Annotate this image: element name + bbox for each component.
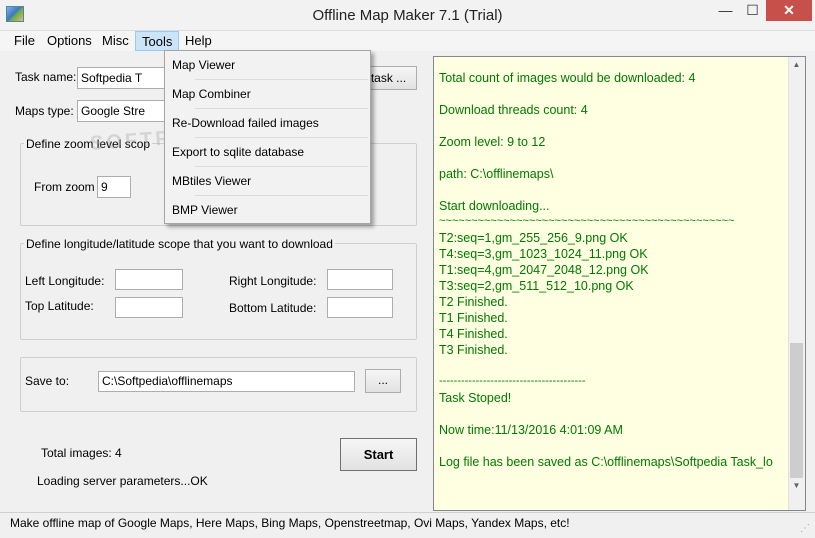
lonlat-group-title: Define longitude/latitude scope that you…	[24, 237, 335, 251]
right-longitude-label: Right Longitude:	[229, 274, 317, 288]
top-latitude-field[interactable]	[115, 297, 183, 318]
log-line: Log file has been saved as C:\offlinemap…	[439, 455, 773, 469]
log-line: T2 Finished.	[439, 295, 508, 309]
top-latitude-label: Top Latitude:	[25, 299, 94, 313]
log-line: Task Stoped!	[439, 391, 512, 405]
menu-item-bmp-viewer[interactable]: BMP Viewer	[167, 196, 368, 224]
log-line: T4:seq=3,gm_1023_1024_11.png OK	[439, 247, 648, 261]
log-line: T3:seq=2,gm_511_512_10.png OK	[439, 279, 634, 293]
menu-bar: File Options Misc Tools Help	[0, 31, 815, 51]
menu-item-map-combiner[interactable]: Map Combiner	[167, 80, 368, 108]
menu-options[interactable]: Options	[41, 31, 98, 51]
tools-dropdown: Map Viewer Map Combiner Re-Download fail…	[164, 50, 371, 224]
log-line: path: C:\offlinemaps\	[439, 167, 554, 181]
scroll-thumb[interactable]	[790, 343, 803, 478]
lonlat-group	[20, 243, 417, 340]
menu-item-mbtiles-viewer[interactable]: MBtiles Viewer	[167, 167, 368, 195]
resize-grip-icon[interactable]: ⋰	[800, 523, 812, 535]
left-longitude-field[interactable]	[115, 269, 183, 290]
log-line: ~~~~~~~~~~~~~~~~~~~~~~~~~~~~~~~~~~~~~~~~…	[439, 215, 735, 227]
log-line: T1 Finished.	[439, 311, 508, 325]
task-name-label: Task name:	[15, 70, 77, 84]
menu-file[interactable]: File	[8, 31, 41, 51]
log-line: Zoom level: 9 to 12	[439, 135, 546, 149]
loading-status-text: Loading server parameters...OK	[37, 474, 208, 488]
bottom-latitude-field[interactable]	[327, 297, 393, 318]
log-line: T4 Finished.	[439, 327, 508, 341]
right-longitude-field[interactable]	[327, 269, 393, 290]
log-line: Total count of images would be downloade…	[439, 71, 696, 85]
log-line: T2:seq=1,gm_255_256_9.png OK	[439, 231, 628, 245]
close-button[interactable]: ✕	[766, 0, 812, 21]
save-to-field[interactable]: C:\Softpedia\offlinemaps	[98, 371, 355, 392]
save-to-label: Save to:	[25, 374, 70, 388]
log-line: T1:seq=4,gm_2047_2048_12.png OK	[439, 263, 649, 277]
log-line: ----------------------------------------	[439, 375, 586, 387]
window-title: Offline Map Maker 7.1 (Trial)	[312, 7, 503, 24]
log-line: Download threads count: 4	[439, 103, 588, 117]
minimize-button[interactable]: —	[712, 0, 739, 21]
maps-type-label: Maps type:	[15, 104, 74, 118]
menu-item-export-sqlite[interactable]: Export to sqlite database	[167, 138, 368, 166]
menu-item-redownload[interactable]: Re-Download failed images	[167, 109, 368, 137]
from-zoom-label: From zoom	[34, 180, 95, 194]
scroll-up-icon[interactable]: ▲	[788, 60, 805, 69]
log-line: Start downloading...	[439, 199, 550, 213]
menu-tools[interactable]: Tools	[135, 31, 180, 51]
menu-help[interactable]: Help	[179, 31, 218, 51]
bottom-latitude-label: Bottom Latitude:	[229, 301, 317, 315]
maximize-button[interactable]: ☐	[739, 0, 766, 21]
task-name-field[interactable]: Softpedia T	[77, 67, 167, 89]
status-text: Make offline map of Google Maps, Here Ma…	[10, 516, 570, 530]
menu-misc[interactable]: Misc	[96, 31, 135, 51]
start-button[interactable]: Start	[340, 438, 417, 471]
browse-button[interactable]: ...	[365, 369, 401, 393]
maps-type-select[interactable]: Google Stre	[77, 100, 167, 122]
log-panel[interactable]: Total count of images would be downloade…	[433, 56, 806, 511]
from-zoom-field[interactable]: 9	[97, 176, 131, 198]
total-images-text: Total images: 4	[41, 446, 122, 460]
log-line: Now time:11/13/2016 4:01:09 AM	[439, 423, 623, 437]
log-line: T3 Finished.	[439, 343, 508, 357]
menu-item-map-viewer[interactable]: Map Viewer	[167, 51, 368, 79]
scroll-down-icon[interactable]: ▼	[788, 481, 805, 490]
left-longitude-label: Left Longitude:	[25, 274, 105, 288]
